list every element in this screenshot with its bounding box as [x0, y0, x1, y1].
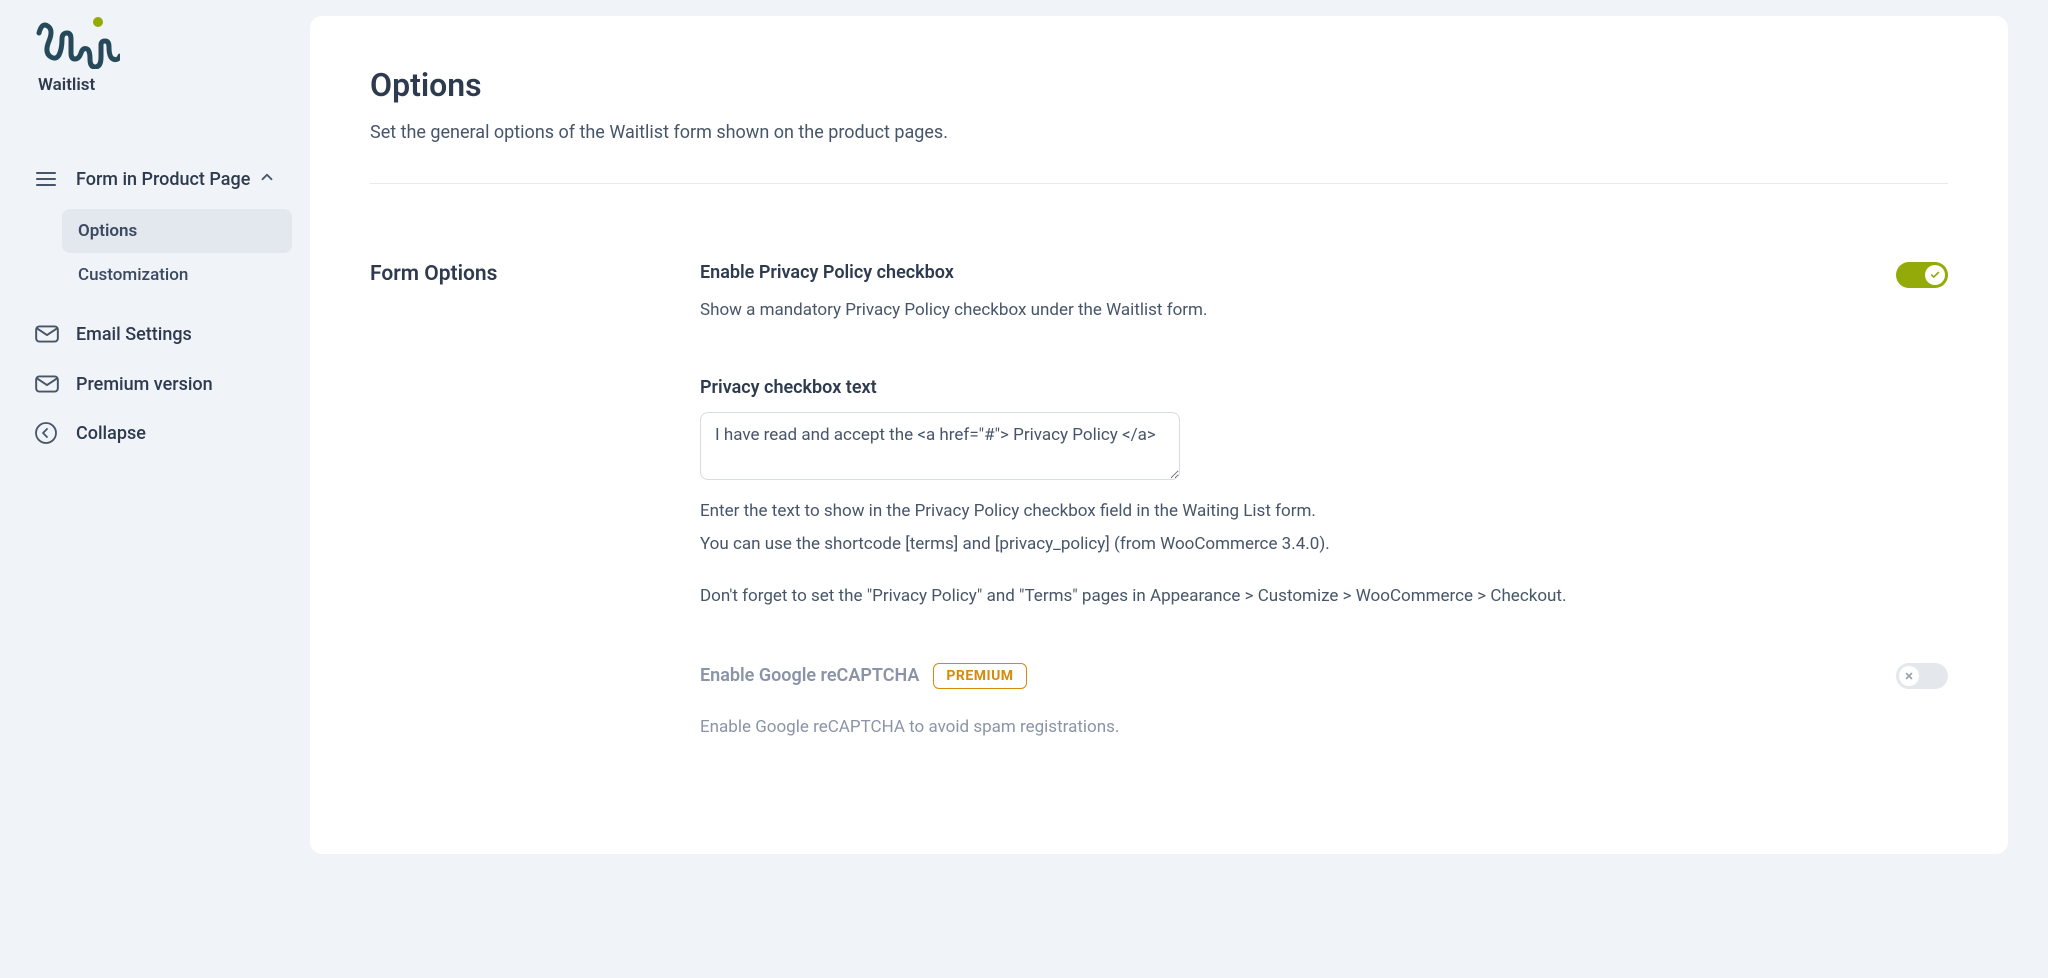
toggle-enable-privacy[interactable] [1896, 262, 1948, 288]
page-description: Set the general options of the Waitlist … [370, 122, 1948, 184]
nav-item-premium-version[interactable]: Premium version [18, 359, 292, 409]
x-icon [1899, 666, 1919, 686]
nav-item-collapse[interactable]: Collapse [18, 409, 292, 457]
chevron-up-icon [258, 168, 276, 191]
field-description: Enable Google reCAPTCHA to avoid spam re… [700, 714, 1896, 740]
nav-sub-item-customization[interactable]: Customization [62, 253, 292, 297]
field-enable-recaptcha: Enable Google reCAPTCHA PREMIUM Enable G… [700, 663, 1948, 740]
sidebar: Waitlist Form in Product Page Options Cu… [0, 0, 310, 978]
nav-sub-item-options[interactable]: Options [62, 209, 292, 253]
form-icon [34, 167, 62, 191]
field-label: Enable Privacy Policy checkbox [700, 262, 954, 283]
nav-item-label: Collapse [76, 423, 146, 444]
main-content: Options Set the general options of the W… [310, 0, 2048, 978]
field-label: Privacy checkbox text [700, 377, 877, 398]
nav-item-email-settings[interactable]: Email Settings [18, 309, 292, 359]
nav-item-form-in-product-page[interactable]: Form in Product Page [18, 155, 292, 203]
privacy-text-textarea[interactable] [700, 412, 1180, 480]
settings-panel: Options Set the general options of the W… [310, 16, 2008, 854]
page-title: Options [370, 66, 1948, 104]
mail-icon [34, 371, 62, 397]
nav-sub-items: Options Customization [62, 209, 292, 297]
field-description: Show a mandatory Privacy Policy checkbox… [700, 297, 1896, 323]
toggle-enable-recaptcha[interactable] [1896, 663, 1948, 689]
nav-item-label: Premium version [76, 374, 213, 395]
brand-block: Waitlist [18, 15, 292, 155]
section-heading: Form Options [370, 262, 700, 794]
field-label: Enable Google reCAPTCHA [700, 665, 919, 686]
nav-item-label: Form in Product Page [76, 169, 250, 190]
field-enable-privacy-checkbox: Enable Privacy Policy checkbox Show a ma… [700, 262, 1948, 323]
yith-logo [36, 15, 120, 69]
mail-icon [34, 321, 62, 347]
premium-badge: PREMIUM [933, 663, 1026, 689]
field-privacy-checkbox-text: Privacy checkbox text Enter the text to … [700, 377, 1948, 609]
form-options-section: Form Options Enable Privacy Policy check… [370, 184, 1948, 794]
nav-item-label: Email Settings [76, 324, 192, 345]
check-icon [1925, 265, 1945, 285]
field-help-text: Enter the text to show in the Privacy Po… [700, 498, 1948, 557]
collapse-icon [34, 421, 62, 445]
field-help-text-2: Don't forget to set the "Privacy Policy"… [700, 583, 1948, 609]
plugin-name: Waitlist [38, 75, 292, 95]
